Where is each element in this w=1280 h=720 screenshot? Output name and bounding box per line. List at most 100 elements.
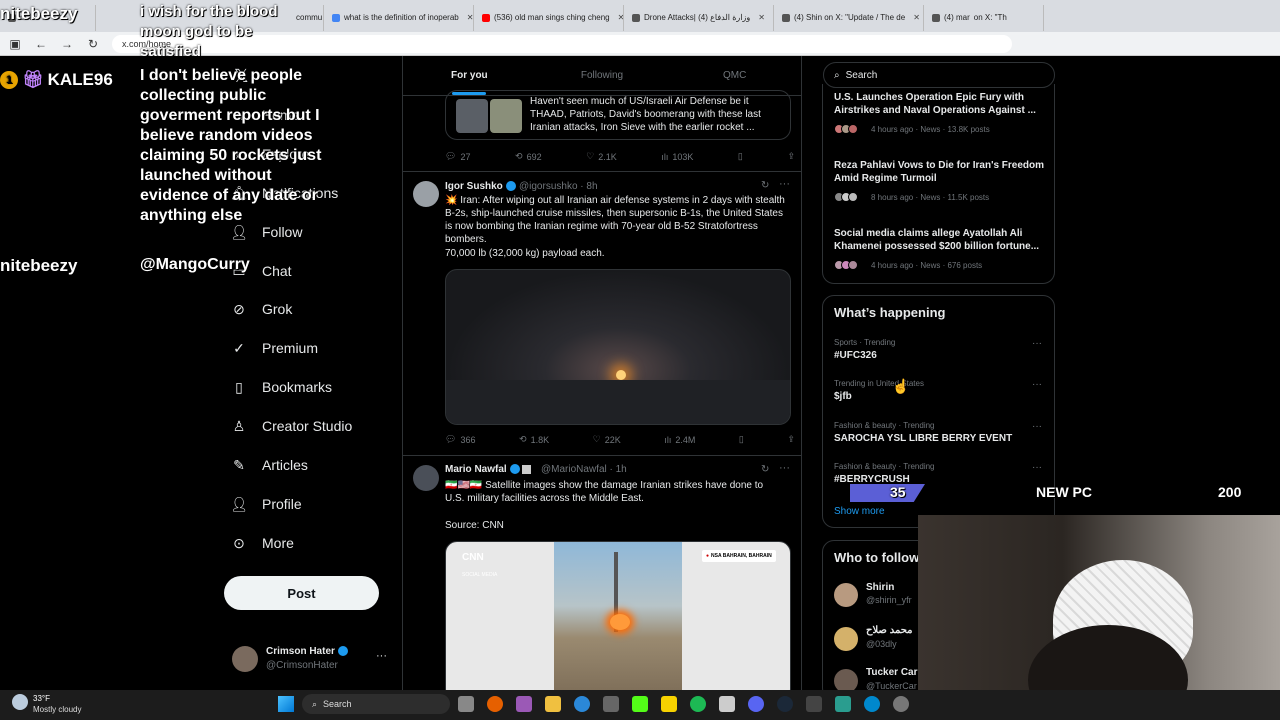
x-favicon-icon — [932, 13, 940, 22]
home-timeline: For you Following QMC Haven't seen much … — [402, 56, 802, 690]
app-icon[interactable] — [719, 696, 735, 712]
more-options-icon[interactable]: ··· — [779, 462, 790, 474]
steam-icon[interactable] — [777, 696, 793, 712]
app-icon[interactable] — [516, 696, 532, 712]
news-meta: 4 hours ago · News · 13.8K posts — [871, 125, 990, 134]
account-handle: @CrimsonHater — [266, 660, 338, 671]
tweet-author-name[interactable]: Mario Nawfal — [445, 464, 532, 475]
bookmark-button[interactable]: ▯ — [738, 151, 743, 162]
repost-icon: ⟲ — [519, 434, 527, 444]
follow-name: Tucker Car — [866, 667, 918, 678]
more-options-icon[interactable]: ··· — [376, 650, 387, 662]
browser-tab[interactable]: what is the definition of inoperab ✕ — [324, 4, 474, 31]
sticky-notes-icon[interactable] — [661, 696, 677, 712]
avatar[interactable] — [413, 181, 439, 207]
repost-button[interactable]: ⟲ 1.8K — [519, 434, 549, 445]
quoted-media-thumbnail — [490, 99, 522, 133]
sidebar-item-profile[interactable]: 👤︎ Profile — [230, 495, 302, 513]
tweet-image[interactable]: CNN SOCIAL MEDIA ● NSA BAHRAIN, BAHRAIN — [445, 541, 791, 690]
views-button[interactable]: ılı 2.4M — [664, 434, 695, 445]
weather-desc: Mostly cloudy — [33, 705, 82, 714]
tweet-author-handle[interactable]: @igorsushko · 8h — [519, 181, 598, 192]
share-button[interactable]: ⇪ — [787, 151, 795, 162]
close-icon[interactable]: ✕ — [913, 13, 920, 22]
more-options-icon[interactable]: ··· — [1032, 462, 1042, 473]
browser-tab[interactable]: Drone Attacks| وزارة الدفاع (4) ✕ — [624, 4, 774, 31]
tweet-actions: 💬︎ 27 ⟲ 692 ♡ 2.1K ılı 103K ▯ ⇪ — [445, 151, 795, 162]
more-options-icon[interactable]: ··· — [779, 178, 790, 190]
follow-name: محمد صلاح — [866, 625, 913, 636]
reply-button[interactable]: 💬︎ 27 — [445, 151, 470, 162]
discord-icon[interactable] — [748, 696, 764, 712]
firefox-icon[interactable] — [487, 696, 503, 712]
kick-icon[interactable] — [632, 696, 648, 712]
close-icon[interactable]: ✕ — [467, 13, 473, 22]
more-options-icon[interactable]: ··· — [1032, 421, 1042, 432]
tweet[interactable]: Mario Nawfal @MarioNawfal · 1h ↻ ··· 🇮🇷🇺… — [403, 457, 801, 690]
quoted-tweet[interactable]: Haven't seen much of US/Israeli Air Defe… — [445, 90, 791, 140]
bookmark-button[interactable]: ▯ — [739, 434, 744, 445]
tweet[interactable]: Igor Sushko @igorsushko · 8h ↻ ··· 💥 Ira… — [403, 173, 801, 456]
reload-icon[interactable]: ↻ — [86, 37, 100, 51]
telegram-icon[interactable] — [864, 696, 880, 712]
x-premium-icon: ✓ — [233, 339, 245, 356]
windows-start-icon[interactable] — [278, 696, 294, 712]
weather-temp[interactable]: 33°F — [33, 694, 50, 703]
task-view-icon[interactable] — [458, 696, 474, 712]
browser-tab[interactable]: (4) mar on X: "Th — [924, 4, 1044, 31]
search-icon: ⌕ — [312, 698, 318, 709]
file-explorer-icon[interactable] — [545, 696, 561, 712]
grok-icon[interactable]: ↻ — [761, 180, 769, 191]
post-button[interactable]: Post — [224, 576, 379, 610]
back-icon[interactable]: ← — [34, 37, 48, 51]
reply-button[interactable]: 💬︎ 366 — [445, 434, 475, 445]
news-meta: 4 hours ago · News · 676 posts — [871, 261, 983, 270]
sidebar-item-grok[interactable]: ⊘ Grok — [230, 300, 292, 318]
sidebar-item-bookmarks[interactable]: ▯ Bookmarks — [230, 378, 332, 396]
tweet[interactable]: Haven't seen much of US/Israeli Air Defe… — [403, 90, 801, 172]
share-icon: ⇪ — [787, 151, 795, 161]
tweet-source: Source: CNN — [445, 520, 504, 531]
browser-tab[interactable]: (4) Shin on X: "Update / The de ✕ — [774, 4, 924, 31]
youtube-favicon-icon — [482, 13, 490, 22]
trend-context: Sports · Trending — [834, 338, 896, 347]
tweet-video[interactable] — [445, 269, 791, 425]
app-icon[interactable] — [835, 696, 851, 712]
views-button[interactable]: ılı 103K — [661, 151, 693, 162]
spotify-icon[interactable] — [690, 696, 706, 712]
close-icon[interactable]: ✕ — [758, 13, 765, 22]
browser-tab[interactable]: (536) old man sings ching cheng ✕ — [474, 4, 624, 31]
more-options-icon[interactable]: ··· — [1032, 338, 1042, 349]
avatar — [848, 192, 858, 202]
news-title: U.S. Launches Operation Epic Fury with A… — [834, 92, 1036, 116]
tweet-text: 🇮🇷🇺🇸🇮🇷 Satellite images show the damage … — [445, 480, 764, 504]
sidebar-item-premium[interactable]: ✓ Premium — [230, 339, 318, 357]
forward-icon[interactable]: → — [60, 37, 74, 51]
show-more-link[interactable]: Show more — [834, 506, 885, 517]
share-icon: ⇪ — [787, 434, 795, 444]
tweet-author-handle[interactable]: @MarioNawfal · 1h — [541, 464, 627, 475]
like-button[interactable]: ♡ 22K — [593, 434, 621, 445]
tweet-author-name[interactable]: Igor Sushko — [445, 181, 516, 192]
profile-icon: 👤︎ — [230, 495, 248, 512]
taskbar-search[interactable]: ⌕ Search — [302, 694, 450, 714]
tweet-actions: 💬︎ 366 ⟲ 1.8K ♡ 22K ılı 2.4M ▯ ⇪ — [445, 434, 795, 445]
grok-icon: ⊘ — [233, 300, 245, 317]
sidebar-item-articles[interactable]: ✎ Articles — [230, 456, 308, 474]
sidebar-item-more[interactable]: ⊙ More — [230, 534, 294, 552]
account-switcher[interactable]: Crimson Hater @CrimsonHater ··· — [230, 642, 395, 676]
share-button[interactable]: ⇪ — [787, 434, 795, 445]
app-icon[interactable] — [893, 696, 909, 712]
obs-icon[interactable] — [806, 696, 822, 712]
store-icon[interactable] — [603, 696, 619, 712]
repost-button[interactable]: ⟲ 692 — [515, 151, 542, 162]
more-options-icon[interactable]: ··· — [1032, 379, 1042, 390]
goal-fill — [850, 484, 925, 502]
sidebar-toggle-icon[interactable]: ▣ — [8, 37, 22, 51]
like-button[interactable]: ♡ 2.1K — [586, 151, 617, 162]
grok-icon[interactable]: ↻ — [761, 464, 769, 475]
edge-icon[interactable] — [574, 696, 590, 712]
avatar[interactable] — [413, 465, 439, 491]
sidebar-item-creator-studio[interactable]: ♙ Creator Studio — [230, 417, 353, 435]
chat-message: @MangoCurry — [140, 256, 250, 273]
